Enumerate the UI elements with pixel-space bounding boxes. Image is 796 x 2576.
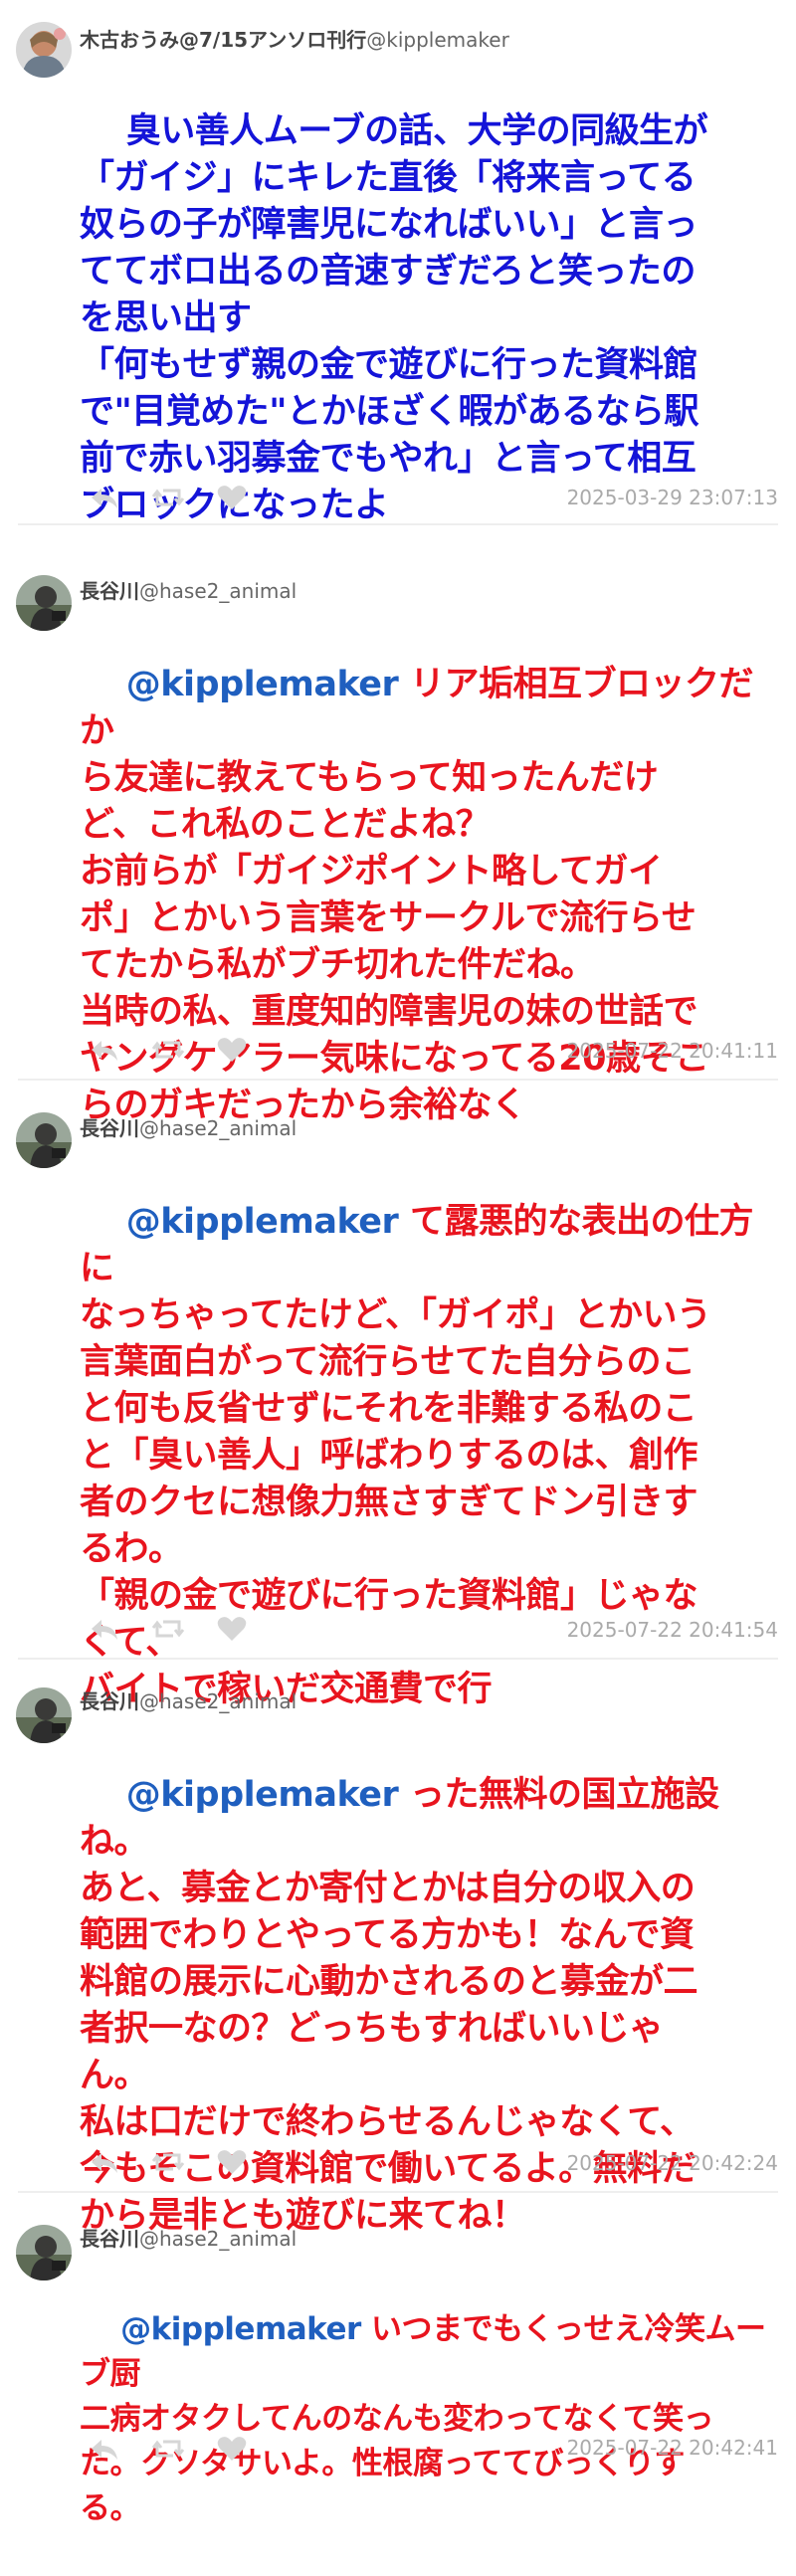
reply-icon[interactable] bbox=[88, 2434, 121, 2464]
retweet-icon[interactable] bbox=[151, 1035, 185, 1065]
display-name[interactable]: 木古おうみ@7/15アンソロ刊行 bbox=[80, 28, 366, 52]
display-name[interactable]: 長谷川 bbox=[80, 1116, 139, 1140]
timestamp[interactable]: 2025-07-22 20:41:54 bbox=[567, 1618, 778, 1642]
illustrated-avatar-icon bbox=[16, 22, 72, 78]
tweet-text-content: 臭い善人ムーブの話、大学の同級生が 「ガイジ」にキレた直後「将来言ってる 奴らの… bbox=[80, 111, 708, 525]
retweet-icon[interactable] bbox=[151, 2147, 185, 2177]
mention-link[interactable]: @kipplemaker bbox=[126, 665, 399, 704]
avatar[interactable] bbox=[16, 575, 72, 631]
timestamp[interactable]: 2025-07-22 20:42:41 bbox=[567, 2436, 778, 2460]
timestamp[interactable]: 2025-03-29 23:07:13 bbox=[567, 486, 778, 509]
display-name[interactable]: 長谷川 bbox=[80, 1689, 139, 1713]
photo-avatar-icon bbox=[16, 575, 72, 631]
display-name[interactable]: 長谷川 bbox=[80, 2227, 139, 2251]
like-icon[interactable] bbox=[215, 2434, 249, 2464]
tweet-text: @kipplemaker リア垢相互ブロックだか ら友達に教えてもらって知ったん… bbox=[80, 615, 776, 1176]
tweet-card[interactable]: 長谷川@hase2_animal @kipplemaker いつまでもくっせえ冷… bbox=[0, 2207, 796, 2526]
user-handle[interactable]: @kipplemaker bbox=[366, 28, 509, 52]
timestamp[interactable]: 2025-07-22 20:42:24 bbox=[567, 2151, 778, 2175]
like-icon[interactable] bbox=[215, 483, 249, 512]
mention-link[interactable]: @kipplemaker bbox=[126, 1202, 399, 1242]
divider bbox=[18, 2191, 778, 2193]
like-icon[interactable] bbox=[215, 2147, 249, 2177]
reply-icon[interactable] bbox=[88, 1614, 121, 1644]
author-line: 長谷川@hase2_animal bbox=[80, 2223, 297, 2252]
author-line: 長谷川@hase2_animal bbox=[80, 1685, 297, 1714]
photo-avatar-icon bbox=[16, 1112, 72, 1168]
reply-icon[interactable] bbox=[88, 483, 121, 512]
timestamp[interactable]: 2025-07-22 20:41:11 bbox=[567, 1039, 778, 1063]
divider bbox=[18, 523, 778, 525]
tweet-text: @kipplemaker いつまでもくっせえ冷笑ムーブ厨 二病オタクしてんのなん… bbox=[80, 2263, 776, 2576]
avatar[interactable] bbox=[16, 1687, 72, 1743]
like-icon[interactable] bbox=[215, 1035, 249, 1065]
user-handle[interactable]: @hase2_animal bbox=[139, 1116, 297, 1140]
tweet-card[interactable]: 木古おうみ@7/15アンソロ刊行@kipplemaker 臭い善人ムーブの話、大… bbox=[0, 0, 796, 525]
tweet-text: @kipplemaker った無料の国立施設ね。 あと、募金とか寄付とかは自分の… bbox=[80, 1725, 776, 2286]
tweet-card[interactable]: 長谷川@hase2_animal @kipplemaker リア垢相互ブロックだ… bbox=[0, 557, 796, 1125]
tweet-card[interactable]: 長谷川@hase2_animal @kipplemaker った無料の国立施設ね… bbox=[0, 1670, 796, 2236]
divider bbox=[18, 1658, 778, 1660]
avatar[interactable] bbox=[16, 2225, 72, 2280]
like-icon[interactable] bbox=[215, 1614, 249, 1644]
tweet-card[interactable]: 長谷川@hase2_animal @kipplemaker て露悪的な表出の仕方… bbox=[0, 1094, 796, 1709]
author-line: 木古おうみ@7/15アンソロ刊行@kipplemaker bbox=[80, 24, 509, 53]
reply-icon[interactable] bbox=[88, 2147, 121, 2177]
avatar[interactable] bbox=[16, 22, 72, 78]
divider bbox=[18, 1079, 778, 1081]
display-name[interactable]: 長谷川 bbox=[80, 579, 139, 603]
mention-link[interactable]: @kipplemaker bbox=[120, 2311, 361, 2347]
reply-icon[interactable] bbox=[88, 1035, 121, 1065]
mention-link[interactable]: @kipplemaker bbox=[126, 1775, 399, 1815]
user-handle[interactable]: @hase2_animal bbox=[139, 1689, 297, 1713]
retweet-icon[interactable] bbox=[151, 2434, 185, 2464]
user-handle[interactable]: @hase2_animal bbox=[139, 2227, 297, 2251]
avatar[interactable] bbox=[16, 1112, 72, 1168]
photo-avatar-icon bbox=[16, 2225, 72, 2280]
author-line: 長谷川@hase2_animal bbox=[80, 575, 297, 604]
photo-avatar-icon bbox=[16, 1687, 72, 1743]
retweet-icon[interactable] bbox=[151, 1614, 185, 1644]
retweet-icon[interactable] bbox=[151, 483, 185, 512]
user-handle[interactable]: @hase2_animal bbox=[139, 579, 297, 603]
author-line: 長谷川@hase2_animal bbox=[80, 1112, 297, 1141]
